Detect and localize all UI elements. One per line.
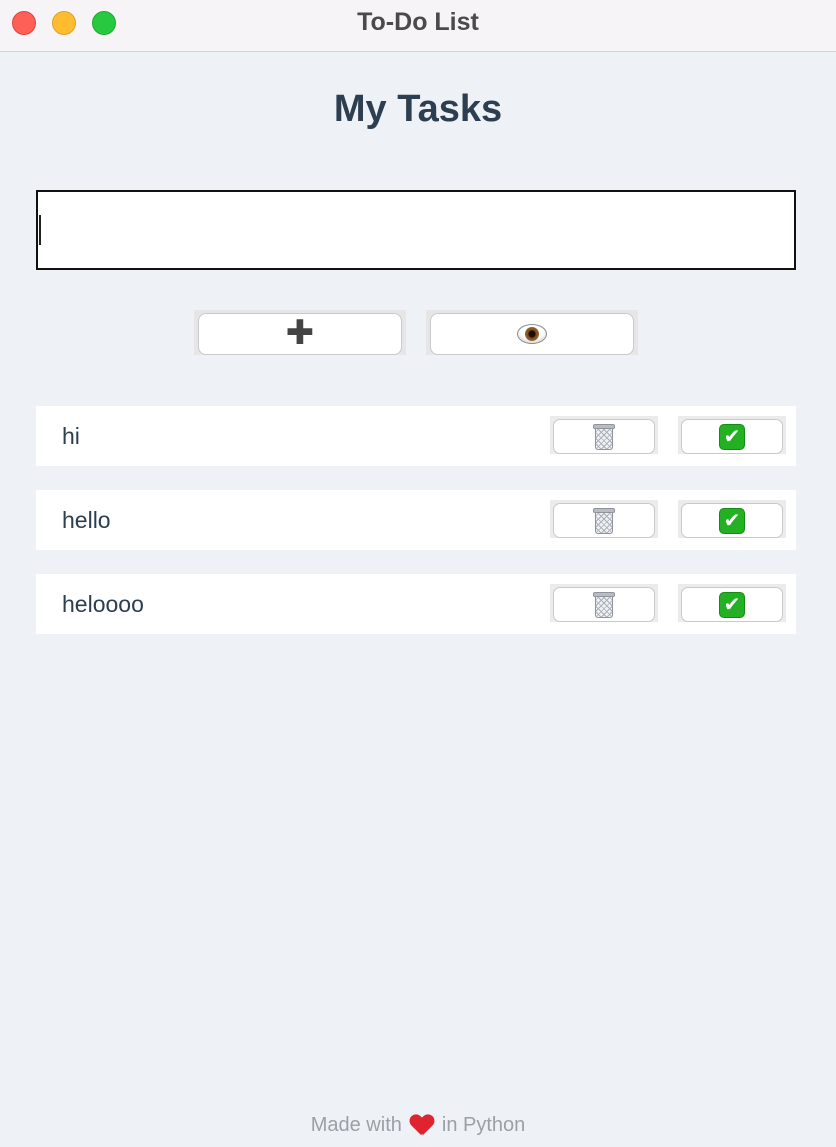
delete-button-frame xyxy=(550,500,658,538)
complete-button-frame: ✔ xyxy=(678,500,786,538)
task-text: hello xyxy=(62,507,111,533)
delete-task-button[interactable] xyxy=(553,503,655,538)
complete-task-button[interactable]: ✔ xyxy=(681,503,783,538)
check-icon: ✔ xyxy=(719,423,745,450)
footer-prefix: Made with xyxy=(310,1114,402,1136)
window-titlebar: To-Do List xyxy=(0,0,836,52)
complete-task-button[interactable]: ✔ xyxy=(681,587,783,622)
page-title: My Tasks xyxy=(333,88,503,130)
trash-icon xyxy=(593,591,615,618)
footer-suffix: in Python xyxy=(441,1114,526,1136)
window-title: To-Do List xyxy=(357,8,479,36)
task-text: heloooo xyxy=(62,591,144,617)
text-caret xyxy=(39,215,41,245)
task-row: hello ✔ xyxy=(36,490,796,550)
footer: Made with in Python xyxy=(0,1114,836,1137)
heart-icon xyxy=(410,1115,434,1137)
trash-icon xyxy=(593,507,615,534)
complete-button-frame: ✔ xyxy=(678,584,786,622)
eye-icon xyxy=(517,324,547,344)
task-text: hi xyxy=(62,423,80,449)
check-icon: ✔ xyxy=(719,591,745,618)
task-input[interactable] xyxy=(36,190,796,270)
complete-button-frame: ✔ xyxy=(678,416,786,454)
add-task-button[interactable]: ✚ xyxy=(198,313,402,355)
delete-button-frame xyxy=(550,584,658,622)
delete-task-button[interactable] xyxy=(553,419,655,454)
view-tasks-button[interactable] xyxy=(430,313,634,355)
complete-task-button[interactable]: ✔ xyxy=(681,419,783,454)
task-row: heloooo ✔ xyxy=(36,574,796,634)
delete-task-button[interactable] xyxy=(553,587,655,622)
plus-icon: ✚ xyxy=(285,314,315,352)
trash-icon xyxy=(593,423,615,450)
delete-button-frame xyxy=(550,416,658,454)
check-icon: ✔ xyxy=(719,507,745,534)
task-row: hi ✔ xyxy=(36,406,796,466)
view-button-frame xyxy=(426,310,638,355)
add-button-frame: ✚ xyxy=(194,310,406,355)
